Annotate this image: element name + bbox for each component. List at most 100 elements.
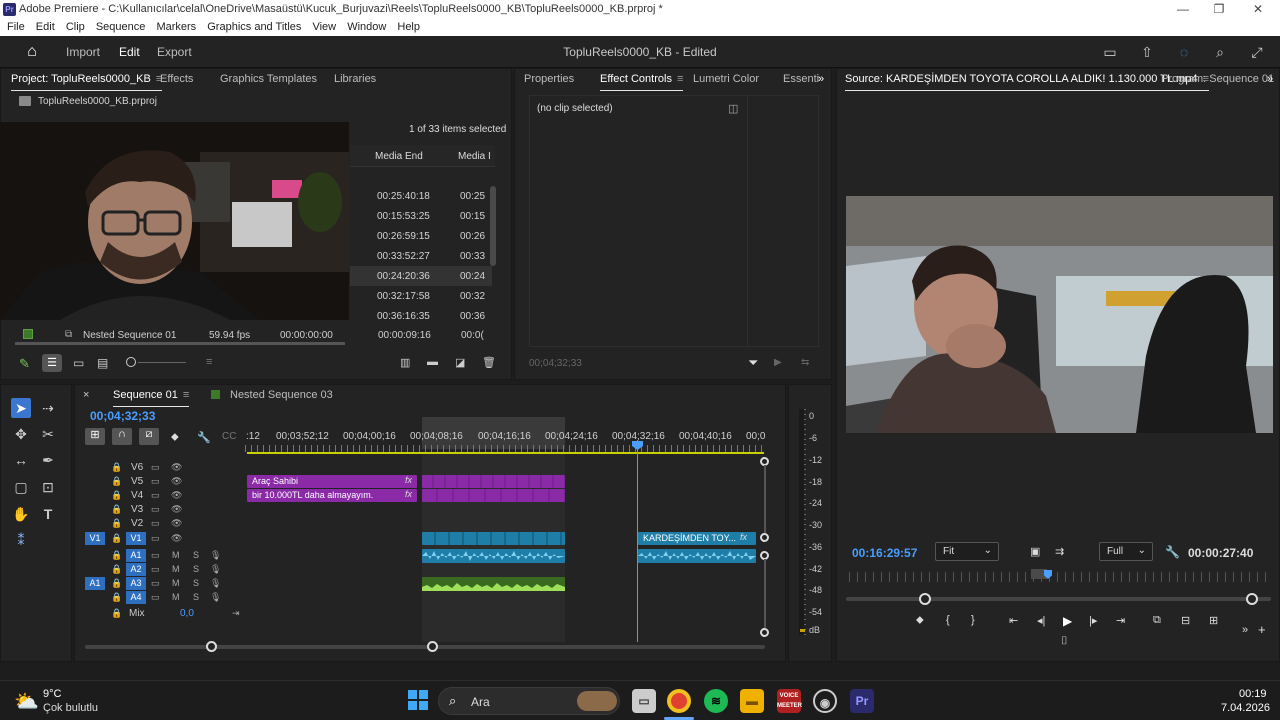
- audio-scrollbar[interactable]: [764, 559, 766, 628]
- minimize-button[interactable]: —: [1165, 0, 1201, 19]
- audio-clip-a1[interactable]: [422, 549, 565, 563]
- weather-desc[interactable]: Çok bulutlu: [43, 702, 98, 714]
- list-item[interactable]: 00:15:53:25 00:15: [350, 206, 492, 226]
- column-media-duration[interactable]: Media I: [458, 151, 491, 162]
- pen-tool-icon[interactable]: ✒: [38, 450, 58, 470]
- zoom-handle-left[interactable]: [919, 593, 931, 605]
- source-patch-v1[interactable]: V1: [85, 532, 105, 545]
- zoom-slider-handle[interactable]: [126, 357, 136, 367]
- insert-icon[interactable]: ⇉: [1055, 545, 1064, 558]
- tab-program[interactable]: Program: Sequence 01: [1161, 73, 1274, 85]
- track-select-icon[interactable]: ⇢: [38, 398, 58, 418]
- chrome-icon[interactable]: [667, 689, 691, 713]
- slip-tool-icon[interactable]: ↔: [11, 450, 31, 470]
- list-item[interactable]: 00:32:17:58 00:32: [350, 286, 492, 306]
- loop-icon[interactable]: ⇆: [801, 357, 809, 368]
- captions-icon[interactable]: CC: [222, 431, 236, 442]
- effect-timecode[interactable]: 00;04;32;33: [529, 358, 582, 369]
- add-marker-icon[interactable]: ⬥: [171, 431, 179, 444]
- project-scrollbar[interactable]: [490, 186, 496, 266]
- track-target-a4[interactable]: A4: [126, 591, 146, 604]
- tab-lumetri-color[interactable]: Lumetri Color: [693, 73, 759, 85]
- video-scrollbar[interactable]: [764, 465, 766, 533]
- linked-selection-icon[interactable]: ⧄: [139, 428, 159, 445]
- source-patch-a1[interactable]: A1: [85, 577, 105, 590]
- camera-icon[interactable]: ⌷: [1061, 635, 1068, 648]
- track-a2[interactable]: 🔒 A2 ▭ M S 🎙: [75, 563, 787, 577]
- list-view-icon[interactable]: ☰: [42, 354, 62, 372]
- zoom-slider-track[interactable]: [138, 362, 186, 363]
- icon-view-icon[interactable]: ▭: [73, 356, 84, 370]
- filter-icon[interactable]: ⏷: [748, 355, 758, 371]
- close-button[interactable]: ✕: [1240, 0, 1276, 19]
- clock-time[interactable]: 00:19: [1239, 688, 1267, 700]
- step-forward-icon[interactable]: |▸: [1089, 614, 1097, 627]
- list-item[interactable]: 00:33:52:27 00:33: [350, 246, 492, 266]
- timeline-zoom-right[interactable]: [427, 641, 438, 652]
- clip-text-v4[interactable]: bir 10.000TL daha almayayım. fx: [247, 489, 417, 502]
- track-v2[interactable]: 🔒 V2 ▭ 👁: [75, 517, 787, 531]
- audio-scroll-handle-bottom[interactable]: [760, 628, 769, 637]
- ripple-edit-icon[interactable]: ✥: [11, 424, 31, 444]
- menu-window[interactable]: Window: [347, 21, 386, 33]
- zoom-handle-right[interactable]: [1246, 593, 1258, 605]
- menu-graphics[interactable]: Graphics and Titles: [207, 21, 301, 33]
- more-monitor-icon[interactable]: »: [1267, 73, 1273, 85]
- start-icon[interactable]: [408, 690, 428, 710]
- track-target-v1[interactable]: V1: [126, 532, 146, 545]
- source-timecode[interactable]: 00:16:29:57: [852, 546, 917, 560]
- track-a4[interactable]: 🔒 A4 ▭ M S 🎙: [75, 591, 787, 605]
- menu-help[interactable]: Help: [397, 21, 420, 33]
- list-item-selected[interactable]: 00:24:20:36 00:24: [350, 266, 492, 286]
- weather-temp[interactable]: 9°C: [43, 688, 61, 700]
- sort-icon[interactable]: ≡: [206, 356, 212, 368]
- wrench-icon[interactable]: 🔧: [1165, 545, 1180, 559]
- nest-toggle-icon[interactable]: ⊞: [85, 428, 105, 445]
- mark-out-icon[interactable]: }: [971, 614, 975, 626]
- weather-icon[interactable]: ⛅: [14, 689, 39, 714]
- list-item[interactable]: 00:25:40:18 00:25: [350, 186, 492, 206]
- track-target-a2[interactable]: A2: [126, 563, 146, 576]
- column-media-end[interactable]: Media End: [375, 151, 423, 162]
- hand-tool-icon[interactable]: ✋: [11, 504, 31, 524]
- marker-icon[interactable]: ▣: [1030, 545, 1040, 558]
- go-to-in-icon[interactable]: ⇤: [1009, 614, 1018, 627]
- tab-properties[interactable]: Properties: [524, 73, 574, 85]
- panel-toggle-icon[interactable]: ◫: [728, 102, 738, 115]
- workspace-icon[interactable]: ▭: [1102, 44, 1118, 60]
- share-icon[interactable]: ⇧: [1139, 44, 1155, 60]
- clip-kardesimden-toyota[interactable]: KARDEŞİMDEN TOY... fx: [638, 532, 756, 545]
- mix-value[interactable]: 0,0: [180, 608, 194, 619]
- tab-source[interactable]: Source: KARDEŞİMDEN TOYOTA COROLLA ALDIK…: [845, 73, 1209, 91]
- rectangle-tool-icon[interactable]: ▢: [11, 477, 31, 497]
- trash-icon[interactable]: 🗑: [482, 356, 496, 369]
- clip-text-group-v4[interactable]: [422, 489, 565, 502]
- audio-clip-a3[interactable]: [422, 577, 565, 591]
- insert-clip-icon[interactable]: ⧉: [1153, 614, 1161, 627]
- mark-in-icon[interactable]: {: [946, 614, 950, 626]
- clip-video-group-v1[interactable]: [422, 532, 565, 545]
- folder-icon[interactable]: ▬: [740, 689, 764, 713]
- fit-dropdown[interactable]: Fit ⌄: [935, 542, 999, 561]
- video-scroll-handle-bottom[interactable]: [760, 533, 769, 542]
- freeform-view-icon[interactable]: ▤: [97, 356, 108, 370]
- taskbar-search[interactable]: ⌕ Ara: [438, 687, 620, 715]
- file-explorer-widget-icon[interactable]: ▭: [632, 689, 656, 713]
- tab-sequence-01[interactable]: Sequence 01 ≡: [113, 389, 190, 407]
- timeline-zoom-left[interactable]: [206, 641, 217, 652]
- automate-icon[interactable]: ▥: [400, 356, 410, 369]
- menu-clip[interactable]: Clip: [66, 21, 85, 33]
- timeline-timecode[interactable]: 00;04;32;33: [90, 409, 155, 423]
- auto-edit-icon[interactable]: ⁑: [11, 530, 31, 550]
- source-zoom-bar[interactable]: [846, 597, 1271, 601]
- track-mix[interactable]: 🔒 Mix 0,0 ⇥: [75, 607, 787, 621]
- voicemeeter-icon[interactable]: VOICE MEETER: [777, 689, 802, 713]
- clock-date[interactable]: 7.04.2026: [1221, 702, 1270, 714]
- maximize-button[interactable]: ❐: [1201, 0, 1237, 19]
- timeline-zoom-bar[interactable]: [85, 645, 765, 649]
- export-frame-settings-icon[interactable]: ⊞: [1209, 614, 1218, 627]
- new-item-icon[interactable]: ◪: [455, 356, 465, 369]
- new-bin-icon[interactable]: ▬: [427, 356, 438, 368]
- menu-sequence[interactable]: Sequence: [96, 21, 146, 33]
- tab-graphics-templates[interactable]: Graphics Templates: [220, 73, 317, 85]
